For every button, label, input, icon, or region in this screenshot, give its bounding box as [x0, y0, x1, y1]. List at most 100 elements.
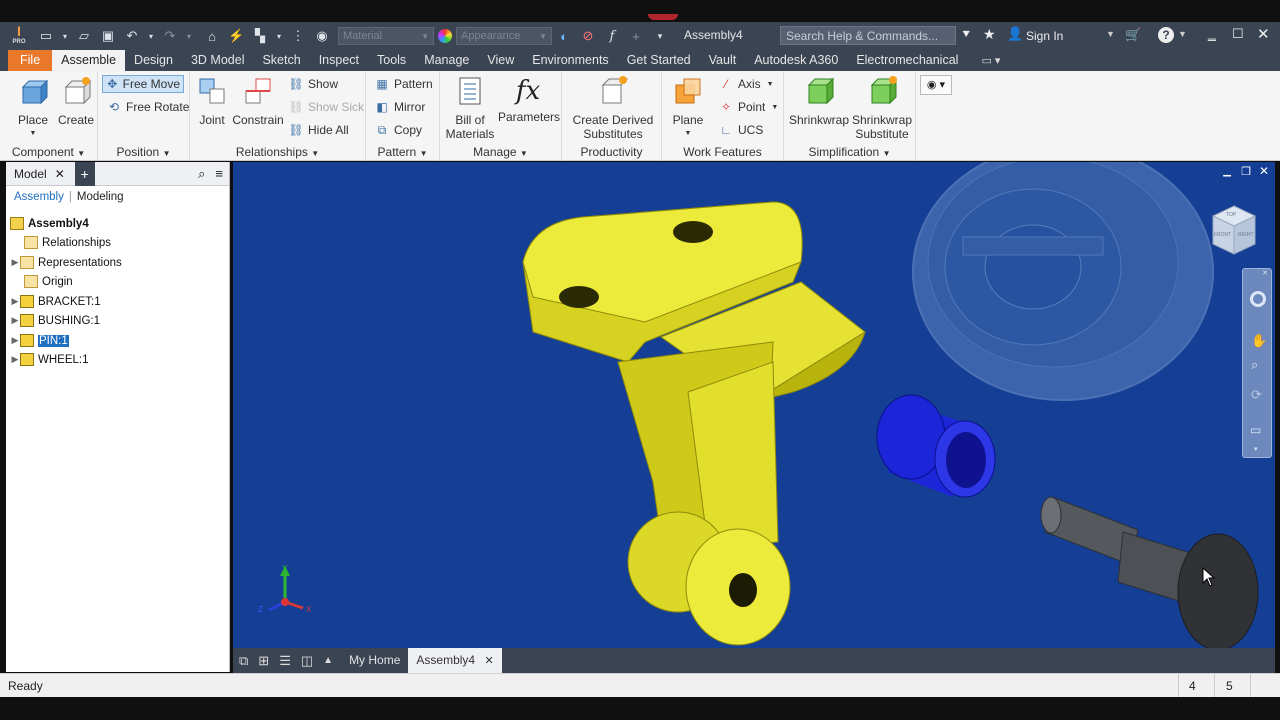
favorites-star-icon[interactable]: ★: [983, 26, 996, 43]
sign-in-link[interactable]: Sign In: [1026, 29, 1063, 43]
tab-manage[interactable]: Manage: [415, 50, 478, 71]
pattern-button[interactable]: ▦ Pattern: [374, 77, 432, 91]
viewport-restore-icon[interactable]: ❐: [1241, 165, 1251, 178]
expand-arrow-icon[interactable]: ▶: [10, 354, 20, 365]
home-icon[interactable]: ⌂: [204, 29, 220, 44]
tile-horizontal-icon[interactable]: ☰: [279, 653, 291, 669]
relationships-panel-title[interactable]: Relationships ▼: [190, 145, 365, 159]
tree-item-wheel[interactable]: ▶ WHEEL:1: [10, 350, 89, 369]
plane-button[interactable]: Plane ▼: [668, 75, 708, 141]
look-at-icon[interactable]: ▭: [1250, 423, 1261, 437]
browser-menu-icon[interactable]: ≡: [215, 166, 223, 181]
new-icon[interactable]: ▭: [38, 28, 54, 44]
tab-electromechanical[interactable]: Electromechanical: [847, 50, 967, 71]
pan-icon[interactable]: ✋: [1251, 333, 1267, 349]
free-rotate-button[interactable]: ⟲ Free Rotate: [106, 100, 189, 114]
graphics-viewport[interactable]: Y X Z ▁ ❐ ✕ TOP FRONT RIGHT ✕ ✋ ⌕ ⟳ ▭ ▾: [233, 162, 1275, 648]
tree-root[interactable]: Assembly4: [10, 214, 89, 233]
model-canvas[interactable]: [233, 162, 1275, 648]
hide-all-button[interactable]: ⛓ Hide All: [288, 123, 348, 137]
tab-tools[interactable]: Tools: [368, 50, 415, 71]
material-dropdown[interactable]: Material ▼: [338, 27, 434, 45]
bushing-part[interactable]: [876, 394, 996, 498]
tab-sketch[interactable]: Sketch: [253, 50, 309, 71]
nav-bar-close-icon[interactable]: ✕: [1262, 269, 1268, 277]
copy-button[interactable]: ⧉ Copy: [374, 123, 422, 137]
select-filter-icon[interactable]: ▚: [252, 28, 268, 44]
adjust-appearance-icon[interactable]: ◐: [556, 29, 572, 44]
parameters-button[interactable]: fx Parameters: [498, 75, 560, 124]
joint-button[interactable]: Joint: [194, 75, 230, 127]
tab-list-icon[interactable]: ▲: [323, 655, 333, 666]
maximize-icon[interactable]: ☐: [1232, 26, 1244, 42]
orbit-icon[interactable]: ⟳: [1251, 387, 1262, 403]
tab-assembly4[interactable]: Assembly4 ✕: [408, 648, 502, 673]
component-panel-title[interactable]: Component ▼: [0, 145, 97, 159]
show-button[interactable]: ⛓ Show: [288, 77, 338, 91]
tab-3d-model[interactable]: 3D Model: [182, 50, 254, 71]
cart-icon[interactable]: 🛒: [1125, 27, 1141, 43]
tab-vault[interactable]: Vault: [700, 50, 746, 71]
ilogic-icon[interactable]: ◉: [314, 28, 330, 44]
pin-part[interactable]: [1040, 496, 1259, 648]
expand-arrow-icon[interactable]: ▶: [10, 335, 20, 346]
tree-item-pin[interactable]: ▶ PIN:1: [10, 331, 69, 350]
help-dropdown-icon[interactable]: ▼: [1178, 29, 1187, 39]
axis-button[interactable]: ⁄ Axis ▼: [718, 77, 774, 91]
redo-icon[interactable]: ↷: [162, 28, 178, 44]
ucs-button[interactable]: ∟ UCS: [718, 123, 763, 137]
tree-item-origin[interactable]: Origin: [14, 272, 73, 291]
constrain-button[interactable]: Constrain: [230, 75, 286, 127]
clear-appearance-icon[interactable]: ⊘: [580, 28, 596, 44]
point-button[interactable]: ✧ Point ▼: [718, 100, 778, 114]
dropdown-arrow-icon[interactable]: ▾: [62, 32, 68, 41]
tab-environments[interactable]: Environments: [523, 50, 617, 71]
tree-item-bushing[interactable]: ▶ BUSHING:1: [10, 311, 100, 330]
help-icon[interactable]: ?: [1158, 27, 1174, 43]
tab-view[interactable]: View: [478, 50, 523, 71]
steering-wheel-icon[interactable]: [1250, 291, 1266, 307]
create-button[interactable]: Create: [56, 75, 96, 127]
browser-search-icon[interactable]: ⌕: [198, 166, 205, 182]
tab-file[interactable]: File: [8, 50, 53, 71]
add-browser-tab-icon[interactable]: +: [74, 161, 95, 186]
pattern-panel-title[interactable]: Pattern ▼: [366, 145, 439, 159]
subtab-modeling[interactable]: Modeling: [77, 191, 124, 203]
bracket-part[interactable]: [522, 201, 866, 646]
tile-vertical-icon[interactable]: ◫: [301, 653, 313, 669]
ribbon-toggle-icon[interactable]: ▭ ▾: [981, 54, 1000, 67]
shrinkwrap-button[interactable]: Shrinkwrap: [788, 75, 850, 127]
app-logo[interactable]: I PRO: [8, 23, 30, 49]
undo-dropdown-icon[interactable]: ▾: [148, 32, 154, 41]
simplification-panel-title[interactable]: Simplification ▼: [784, 145, 915, 159]
wheel-part[interactable]: [912, 162, 1214, 401]
tab-model[interactable]: Model: [6, 167, 55, 181]
redo-dropdown-icon[interactable]: ▾: [186, 32, 192, 41]
tab-assemble[interactable]: Assemble: [52, 50, 126, 71]
tab-my-home[interactable]: My Home: [341, 648, 408, 673]
save-icon[interactable]: ▣: [100, 28, 116, 44]
free-move-button[interactable]: ✥ Free Move: [102, 75, 184, 93]
tile-windows-icon[interactable]: ⊞: [258, 653, 269, 669]
tree-item-relationships[interactable]: Relationships: [14, 233, 111, 252]
ribbon-extra-dropdown[interactable]: ◉ ▾: [920, 75, 952, 95]
viewcube[interactable]: TOP FRONT RIGHT: [1209, 204, 1259, 258]
subtab-assembly[interactable]: Assembly: [14, 191, 64, 203]
viewport-minimize-icon[interactable]: ▁: [1223, 166, 1231, 177]
user-icon[interactable]: 👤: [1007, 26, 1023, 42]
show-sick-button[interactable]: ⛓ Show Sick: [288, 100, 364, 114]
sign-in-dropdown-icon[interactable]: ▼: [1106, 29, 1115, 39]
tab-autodesk-a360[interactable]: Autodesk A360: [745, 50, 847, 71]
tab-design[interactable]: Design: [125, 50, 182, 71]
tree-item-bracket[interactable]: ▶ BRACKET:1: [10, 292, 101, 311]
tab-inspect[interactable]: Inspect: [310, 50, 368, 71]
plus-icon[interactable]: +: [628, 29, 644, 44]
search-go-icon[interactable]: ⯆: [961, 27, 971, 43]
mirror-button[interactable]: ◧ Mirror: [374, 100, 425, 114]
undo-icon[interactable]: ↶: [124, 28, 140, 44]
adjust-icon[interactable]: ⋮: [290, 28, 306, 44]
create-derived-substitutes-button[interactable]: Create Derived Substitutes: [566, 75, 660, 141]
minimize-icon[interactable]: ‗: [1208, 25, 1216, 41]
tab-get-started[interactable]: Get Started: [618, 50, 700, 71]
close-icon[interactable]: ✕: [1257, 25, 1270, 43]
